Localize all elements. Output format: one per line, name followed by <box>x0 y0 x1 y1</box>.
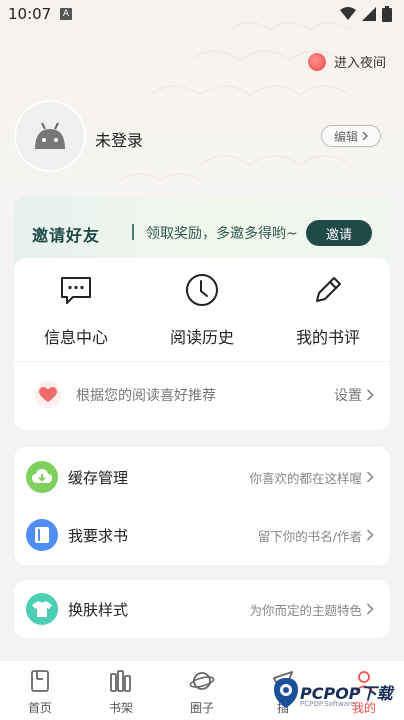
edit-label: 编辑 <box>333 129 358 144</box>
avatar[interactable] <box>16 102 84 170</box>
shirt-icon <box>26 593 58 625</box>
invite-banner[interactable]: 邀请好友 领取奖励，多邀多得哟~ 邀请 <box>14 196 390 266</box>
heart-icon <box>34 381 62 409</box>
robot-avatar-icon <box>35 122 65 149</box>
quick-actions-card: 信息中心 阅读历史 我的书评 根据您的阅读喜好推荐 设置 <box>14 258 390 430</box>
book-request-icon <box>26 519 58 551</box>
row-label: 我要求书 <box>68 526 129 545</box>
recommend-setting-link[interactable]: 设置 <box>334 385 374 405</box>
invite-button[interactable]: 邀请 <box>306 220 372 246</box>
menu-card-skin: 换肤样式 为你而定的主题特色 <box>14 580 390 638</box>
cache-management-row[interactable]: 缓存管理 你喜欢的都在这样喔 <box>14 449 390 505</box>
nav-label: 首页 <box>27 701 52 715</box>
quick-action-label: 我的书评 <box>295 328 360 347</box>
menu-card-storage: 缓存管理 你喜欢的都在这样喔 我要求书 留下你的书名/作者 <box>14 447 390 565</box>
nav-home[interactable]: 首页 <box>10 669 70 716</box>
login-status[interactable]: 未登录 <box>95 127 143 151</box>
message-center-button[interactable]: 信息中心 <box>16 270 136 348</box>
row-hint-text: 留下你的书名/作者 <box>257 528 362 544</box>
clock-icon <box>186 274 218 306</box>
nav-bookshelf[interactable]: 书架 <box>91 669 151 716</box>
status-time: 10:07 <box>8 5 52 23</box>
pen-icon <box>316 277 341 302</box>
row-hint: 留下你的书名/作者 <box>258 526 374 545</box>
battery-icon <box>382 6 392 22</box>
nav-label: 圈子 <box>189 701 214 715</box>
message-icon <box>61 277 91 304</box>
chevron-right-icon <box>362 131 368 141</box>
request-book-row[interactable]: 我要求书 留下你的书名/作者 <box>14 507 390 563</box>
chevron-right-icon <box>366 389 374 401</box>
row-hint-text: 你喜欢的都在这样喔 <box>249 470 362 486</box>
cloud-download-icon <box>26 461 58 493</box>
quick-action-label: 信息中心 <box>43 328 108 347</box>
watermark-sub: PCPOP.Software <box>300 700 356 708</box>
signal-icon <box>362 7 376 21</box>
watermark-logo-icon <box>274 678 298 708</box>
night-mode-icon <box>307 52 326 71</box>
skin-style-row[interactable]: 换肤样式 为你而定的主题特色 <box>14 581 390 637</box>
recommend-row[interactable]: 根据您的阅读喜好推荐 设置 <box>34 378 374 412</box>
nav-circle[interactable]: 圈子 <box>172 669 232 716</box>
row-hint: 为你而定的主题特色 <box>249 600 374 619</box>
wifi-icon <box>340 7 356 20</box>
home-book-icon <box>31 670 49 692</box>
notification-icon: A <box>60 8 72 20</box>
chevron-right-icon <box>366 603 374 615</box>
row-label: 换肤样式 <box>68 600 129 619</box>
invite-divider <box>132 224 134 240</box>
setting-label: 设置 <box>334 388 362 404</box>
night-mode-toggle[interactable]: 进入夜间 <box>307 52 386 71</box>
planet-icon <box>189 672 215 690</box>
night-mode-label: 进入夜间 <box>333 56 386 71</box>
bookshelf-icon <box>110 670 131 692</box>
quick-action-label: 阅读历史 <box>169 328 234 347</box>
watermark: PCPOP下载 PCPOP.Software <box>270 672 400 716</box>
my-reviews-button[interactable]: 我的书评 <box>268 270 388 348</box>
divider <box>14 361 390 362</box>
status-bar: 10:07 A <box>0 0 404 28</box>
recommend-text: 根据您的阅读喜好推荐 <box>76 388 216 404</box>
row-label: 缓存管理 <box>68 468 129 487</box>
reading-history-button[interactable]: 阅读历史 <box>142 270 262 348</box>
invite-title: 邀请好友 <box>32 226 101 245</box>
nav-label: 书架 <box>108 701 133 715</box>
chevron-right-icon <box>366 529 374 541</box>
row-hint-text: 为你而定的主题特色 <box>249 602 362 618</box>
chevron-right-icon <box>366 471 374 483</box>
edit-profile-button[interactable]: 编辑 <box>321 125 381 147</box>
row-hint: 你喜欢的都在这样喔 <box>249 468 374 487</box>
invite-subtitle: 领取奖励，多邀多得哟~ <box>146 226 298 242</box>
